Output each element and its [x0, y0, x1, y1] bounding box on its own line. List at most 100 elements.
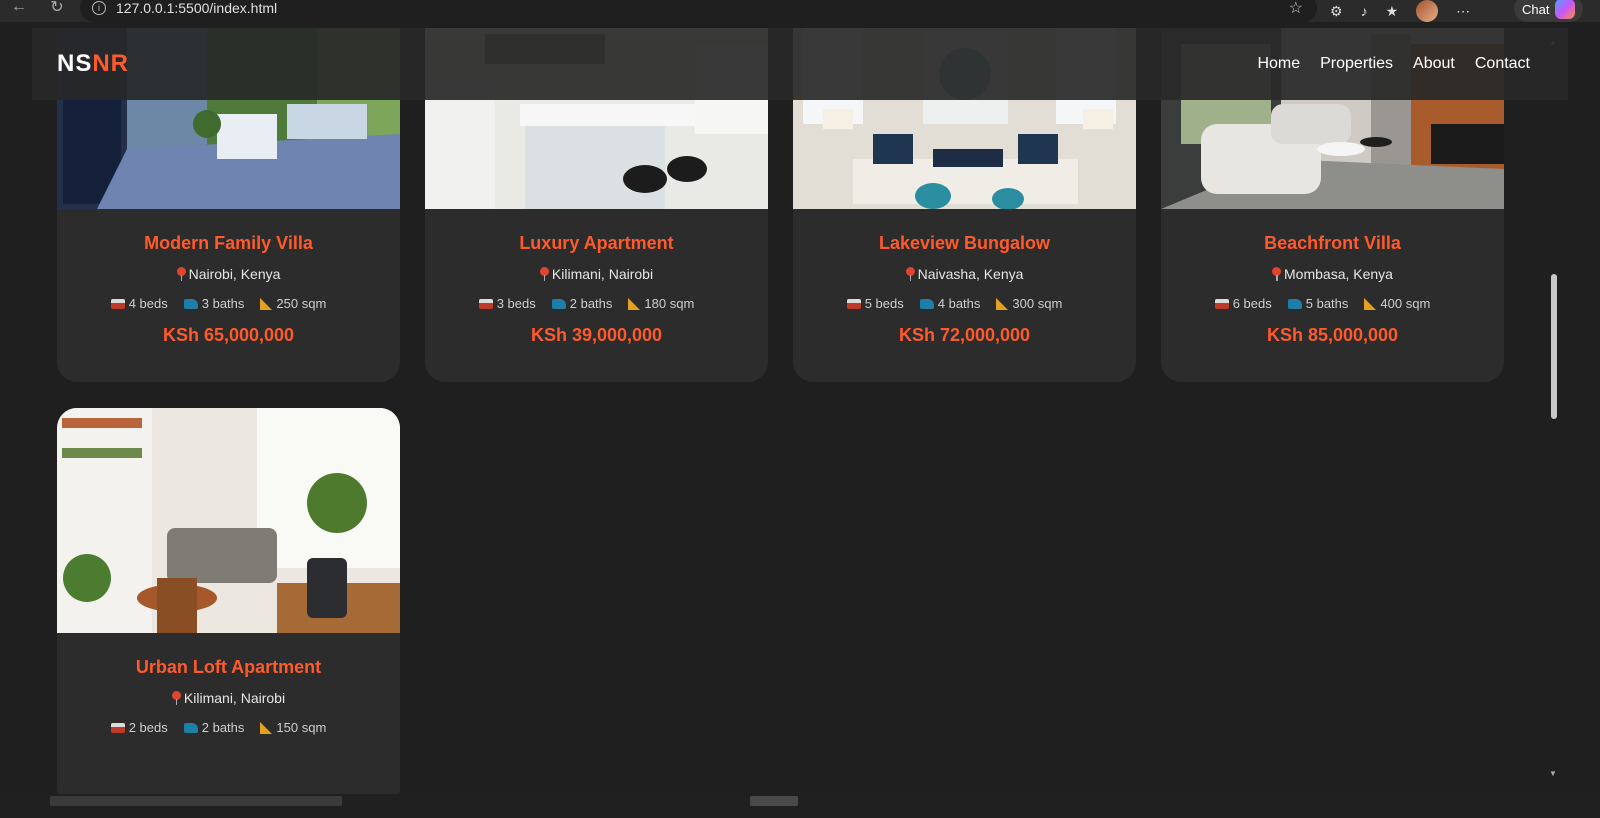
baths-feature: 5 baths: [1287, 296, 1349, 311]
page-scrollbar[interactable]: ▲ ▼: [1548, 38, 1560, 778]
location-text: Naivasha, Kenya: [917, 266, 1024, 282]
bed-icon: [846, 298, 861, 309]
ruler-icon: [260, 297, 273, 310]
chat-label: Chat: [1522, 1, 1550, 17]
scroll-thumb[interactable]: [1551, 274, 1557, 419]
logo-part1: NS: [57, 50, 93, 77]
area-text: 250 sqm: [276, 296, 327, 311]
reading-icon[interactable]: ♪: [1361, 3, 1368, 19]
property-location: Kilimani, Nairobi: [57, 690, 400, 706]
taskbar-item[interactable]: [750, 796, 798, 806]
nav-properties[interactable]: Properties: [1320, 55, 1393, 73]
bath-icon: [919, 298, 934, 309]
location-text: Nairobi, Kenya: [188, 266, 281, 282]
chat-button[interactable]: Chat: [1514, 0, 1584, 22]
area-text: 300 sqm: [1012, 296, 1063, 311]
bath-icon: [183, 298, 198, 309]
location-text: Kilimani, Nairobi: [183, 690, 286, 706]
area-feature: 300 sqm: [996, 296, 1062, 311]
pin-icon: [1272, 267, 1282, 281]
property-features: 4 beds 3 baths 250 sqm: [57, 296, 400, 311]
logo-part2: NR: [92, 50, 130, 77]
property-price: KSh 65,000,000: [162, 325, 295, 345]
browser-toolbar: ← ↻ i 127.0.0.1:5500/index.html ☆ ⚙ ♪ ★ …: [0, 0, 1600, 22]
baths-text: 3 baths: [201, 296, 245, 311]
page-viewport: NSNR Home Properties About Contact Moder…: [0, 28, 1568, 806]
site-logo[interactable]: NSNR: [57, 50, 129, 78]
baths-text: 5 baths: [1305, 296, 1349, 311]
nav-contact[interactable]: Contact: [1475, 55, 1530, 73]
bath-icon: [183, 722, 198, 733]
bed-icon: [110, 722, 125, 733]
bed-icon: [1214, 298, 1229, 309]
os-taskbar: [0, 794, 1600, 818]
property-price: KSh 39,000,000: [530, 325, 663, 345]
pin-icon: [905, 267, 915, 281]
site-header: NSNR Home Properties About Contact: [32, 28, 1568, 100]
ruler-icon: [996, 297, 1009, 310]
beds-feature: 3 beds: [478, 296, 536, 311]
property-location: Naivasha, Kenya: [793, 266, 1136, 282]
property-card[interactable]: Urban Loft Apartment Kilimani, Nairobi 2…: [57, 408, 400, 806]
baths-text: 2 baths: [201, 720, 245, 735]
location-text: Mombasa, Kenya: [1284, 266, 1393, 282]
main-nav: Home Properties About Contact: [1257, 55, 1530, 73]
scroll-down-icon[interactable]: ▼: [1549, 769, 1557, 778]
property-price: KSh 72,000,000: [898, 325, 1031, 345]
property-grid: Modern Family Villa Nairobi, Kenya 4 bed…: [57, 28, 1531, 806]
property-location: Kilimani, Nairobi: [425, 266, 768, 282]
baths-feature: 2 baths: [183, 720, 245, 735]
area-feature: 400 sqm: [1364, 296, 1430, 311]
beds-feature: 5 beds: [846, 296, 904, 311]
location-text: Kilimani, Nairobi: [551, 266, 654, 282]
property-title: Urban Loft Apartment: [135, 657, 322, 677]
beds-feature: 4 beds: [110, 296, 168, 311]
nav-home[interactable]: Home: [1257, 55, 1300, 73]
area-feature: 180 sqm: [628, 296, 694, 311]
beds-text: 6 beds: [1232, 296, 1272, 311]
toolbar-icons: ⚙ ♪ ★ ⋯: [1330, 0, 1470, 22]
area-text: 150 sqm: [276, 720, 327, 735]
site-info-icon[interactable]: i: [92, 1, 106, 15]
extensions-icon[interactable]: ⚙: [1330, 3, 1343, 20]
address-bar[interactable]: i 127.0.0.1:5500/index.html ☆: [80, 0, 1317, 22]
bed-icon: [478, 298, 493, 309]
ruler-icon: [1364, 297, 1377, 310]
beds-text: 5 beds: [864, 296, 904, 311]
beds-text: 2 beds: [128, 720, 168, 735]
baths-feature: 2 baths: [551, 296, 613, 311]
pin-icon: [539, 267, 549, 281]
property-features: 5 beds 4 baths 300 sqm: [793, 296, 1136, 311]
nav-about[interactable]: About: [1413, 55, 1455, 73]
beds-feature: 6 beds: [1214, 296, 1272, 311]
copilot-icon: [1555, 0, 1576, 19]
favorites-icon[interactable]: ★: [1386, 3, 1399, 20]
area-text: 180 sqm: [644, 296, 695, 311]
property-features: 2 beds 2 baths 150 sqm: [57, 720, 400, 735]
baths-text: 4 baths: [937, 296, 981, 311]
property-price: KSh 85,000,000: [1266, 325, 1399, 345]
bed-icon: [110, 298, 125, 309]
property-title: Modern Family Villa: [144, 233, 313, 253]
property-title: Luxury Apartment: [519, 233, 674, 253]
property-title: Lakeview Bungalow: [878, 233, 1051, 253]
bath-icon: [1287, 298, 1302, 309]
baths-feature: 3 baths: [183, 296, 245, 311]
back-icon[interactable]: ←: [8, 0, 30, 18]
property-features: 6 beds 5 baths 400 sqm: [1161, 296, 1504, 311]
more-icon[interactable]: ⋯: [1456, 3, 1470, 20]
beds-text: 4 beds: [128, 296, 168, 311]
beds-text: 3 beds: [496, 296, 536, 311]
property-title: Beachfront Villa: [1264, 233, 1401, 253]
area-text: 400 sqm: [1380, 296, 1431, 311]
reload-icon[interactable]: ↻: [46, 0, 68, 18]
property-image-loft: [57, 408, 400, 633]
area-feature: 150 sqm: [260, 720, 326, 735]
area-feature: 250 sqm: [260, 296, 326, 311]
baths-text: 2 baths: [569, 296, 613, 311]
favorite-star-icon[interactable]: ☆: [1289, 0, 1303, 18]
property-location: Nairobi, Kenya: [57, 266, 400, 282]
property-location: Mombasa, Kenya: [1161, 266, 1504, 282]
profile-avatar[interactable]: [1416, 0, 1439, 22]
taskbar-item[interactable]: [50, 796, 342, 806]
